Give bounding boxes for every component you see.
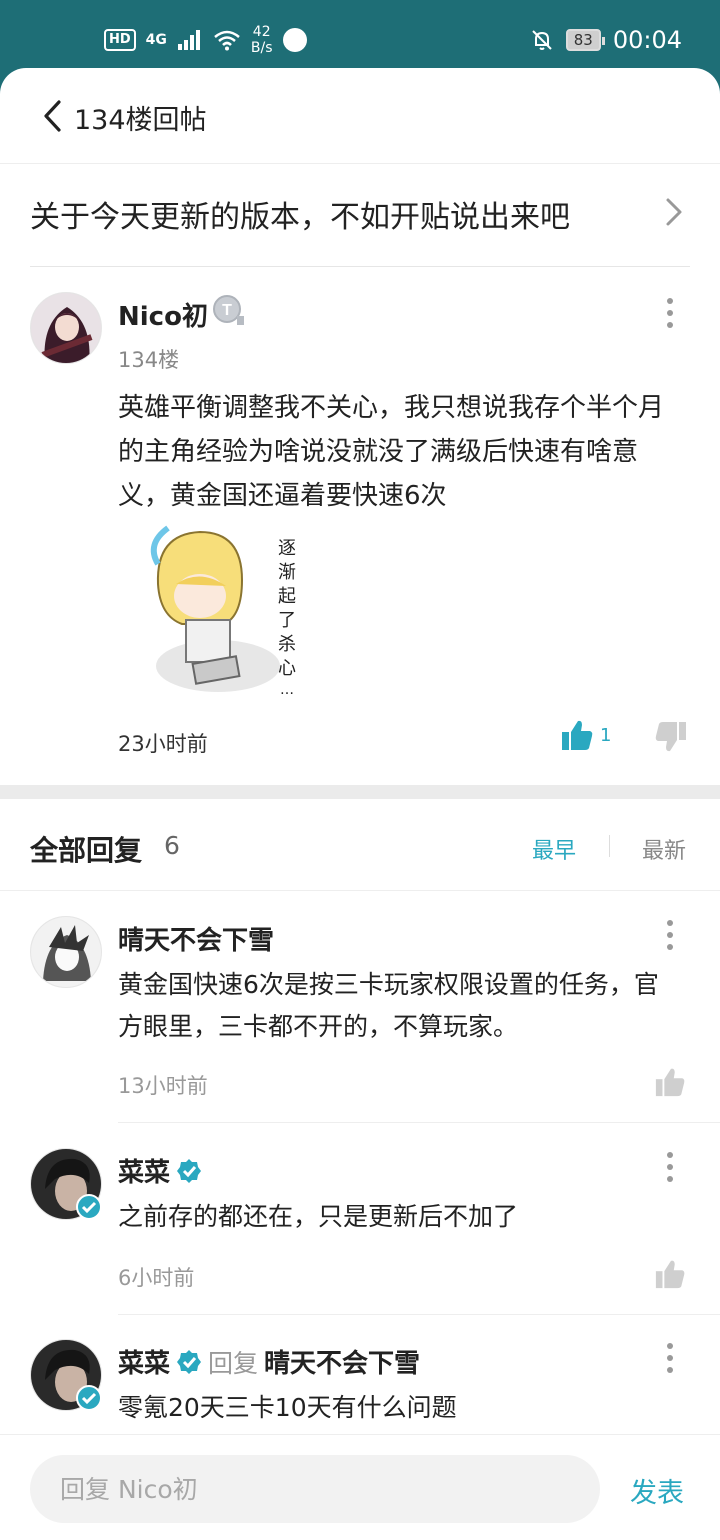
reply-time: 6小时前 — [118, 1266, 195, 1290]
verified-icon — [177, 1158, 202, 1183]
reply-author[interactable]: 菜菜 — [118, 1152, 170, 1189]
reply-author[interactable]: 菜菜 — [118, 1343, 170, 1380]
reply-like-icon[interactable] — [654, 1258, 686, 1290]
sort-newest-tab[interactable]: 最新 — [642, 833, 686, 865]
verified-icon — [177, 1349, 202, 1374]
reply-author-row: 菜菜 回复 晴天不会下雪 — [118, 1343, 420, 1380]
verified-badge-icon — [76, 1385, 102, 1411]
thread-title-link[interactable]: 关于今天更新的版本，不如开贴说出来吧 — [30, 164, 690, 267]
reply-author-row: 晴天不会下雪 — [118, 920, 274, 957]
reply-separator — [118, 1314, 720, 1315]
like-count: 1 — [600, 724, 612, 746]
sticker-caption-4: 了 — [278, 610, 296, 631]
replies-count: 6 — [164, 831, 180, 860]
main-post-avatar[interactable] — [30, 292, 102, 364]
sticker-caption-6: 心 — [278, 658, 296, 679]
chevron-right-icon — [666, 198, 682, 226]
status-left: HD 4G 42 B/s — [104, 24, 307, 56]
notification-app-icon — [282, 28, 307, 52]
reply-text: 零氪20天三卡10天有什么问题 — [118, 1393, 457, 1422]
publish-button[interactable]: 发表 — [630, 1471, 684, 1510]
sticker-image[interactable]: 逐 渐 起 了 杀 心 … — [138, 524, 302, 700]
chevron-left-icon — [44, 100, 61, 132]
avatar-image — [31, 293, 101, 363]
reply-input[interactable] — [30, 1455, 600, 1523]
sticker-caption-2: 渐 — [278, 562, 296, 583]
reply-like-icon[interactable] — [654, 1066, 686, 1098]
network-type: 4G — [145, 32, 167, 48]
reply-composer: 发表 — [0, 1434, 720, 1540]
speed-unit: B/s — [250, 40, 273, 56]
floor-number: 134楼 — [118, 348, 180, 372]
speed-value: 42 — [252, 24, 271, 40]
avatar-image — [31, 917, 101, 987]
sticker-caption-5: 杀 — [278, 634, 296, 655]
post-detail-sheet: 134楼回帖 关于今天更新的版本，不如开贴说出来吧 Nico初 T 134楼 英… — [0, 68, 720, 1540]
level-badge-icon: T — [213, 295, 244, 325]
reply-more-icon[interactable] — [658, 1341, 682, 1375]
reply-time: 13小时前 — [118, 1074, 208, 1098]
reply-item: 菜菜 回复 晴天不会下雪 零氪20天三卡10天有什么问题 — [0, 1339, 720, 1439]
main-post-time: 23小时前 — [118, 732, 208, 756]
thread-title: 关于今天更新的版本，不如开贴说出来吧 — [30, 200, 570, 235]
reply-item: 菜菜 之前存的都还在，只是更新后不加了 6小时前 — [0, 1148, 720, 1315]
dislike-button[interactable] — [654, 720, 688, 758]
thumbs-up-icon — [562, 720, 593, 750]
thumbs-down-icon — [655, 722, 686, 752]
reply-author[interactable]: 晴天不会下雪 — [118, 920, 274, 957]
main-post-content: 英雄平衡调整我不关心，我只想说我存个半个月的主角经验为啥说没就没了满级后快速有啥… — [118, 393, 665, 511]
reply-to-label: 回复 — [208, 1348, 259, 1378]
sort-earliest-tab[interactable]: 最早 — [532, 833, 576, 865]
reply-item: 晴天不会下雪 黄金国快速6次是按三卡玩家权限设置的任务，官方眼里，三卡都不开的，… — [0, 916, 720, 1123]
replies-title: 全部回复 — [30, 834, 143, 867]
top-bar: 134楼回帖 — [0, 68, 720, 164]
hd-indicator: HD — [104, 29, 136, 51]
level-badge-text: T — [222, 302, 232, 319]
reply-text: 黄金国快速6次是按三卡玩家权限设置的任务，官方眼里，三卡都不开的，不算玩家。 — [118, 970, 659, 1041]
main-post-more-icon[interactable] — [658, 296, 682, 330]
status-right: 83 00:04 — [530, 26, 682, 54]
sticker-caption-7: … — [280, 682, 294, 698]
wifi-icon — [214, 30, 240, 51]
replies-header: 全部回复 6 最早 最新 — [0, 799, 720, 891]
main-post-author[interactable]: Nico初 — [118, 296, 208, 333]
reply-avatar[interactable] — [30, 916, 102, 988]
reply-target-author[interactable]: 晴天不会下雪 — [264, 1343, 420, 1380]
sticker-caption-3: 起 — [278, 586, 296, 607]
sticker-caption-1: 逐 — [278, 538, 296, 559]
page-title: 134楼回帖 — [74, 105, 207, 136]
like-button[interactable]: 1 — [560, 718, 611, 752]
back-button[interactable] — [36, 96, 68, 136]
reply-text: 之前存的都还在，只是更新后不加了 — [118, 1202, 519, 1231]
sticker-drawing: 逐 渐 起 了 杀 心 … — [150, 525, 296, 698]
section-divider — [0, 785, 720, 799]
clock: 00:04 — [612, 26, 682, 54]
reply-more-icon[interactable] — [658, 1150, 682, 1184]
sort-separator — [609, 835, 610, 857]
verified-badge-icon — [76, 1194, 102, 1220]
bell-off-icon — [532, 30, 552, 50]
reply-author-row: 菜菜 — [118, 1152, 202, 1189]
signal-icon — [177, 30, 200, 50]
reply-separator — [118, 1122, 720, 1123]
battery-indicator: 83 — [565, 29, 605, 51]
network-speed: 42 B/s — [251, 24, 273, 56]
reply-more-icon[interactable] — [658, 918, 682, 952]
